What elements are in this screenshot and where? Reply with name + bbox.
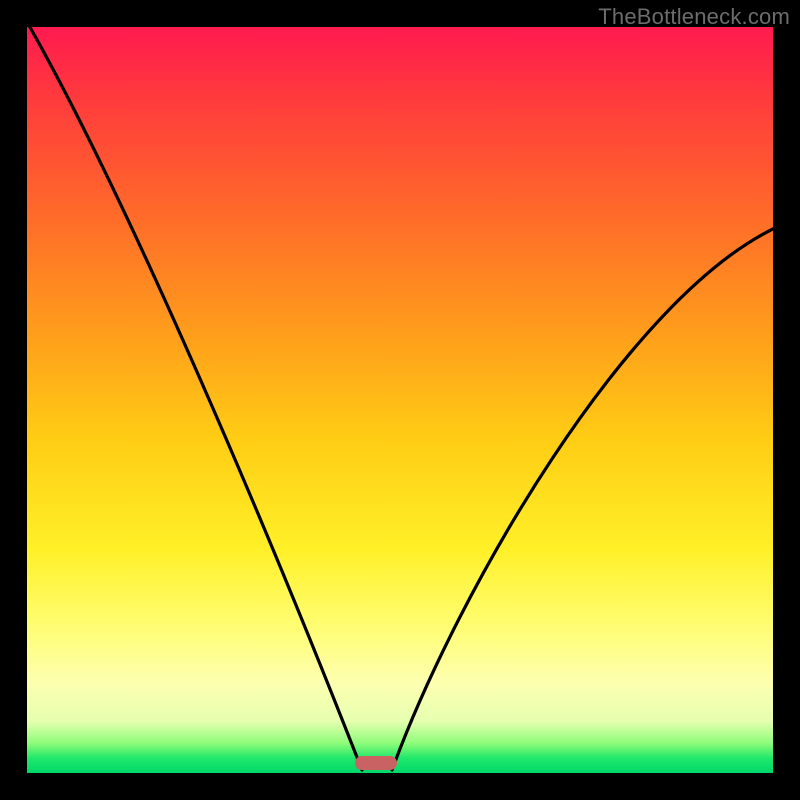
- optimal-marker: [355, 756, 397, 770]
- watermark-text: TheBottleneck.com: [598, 4, 790, 30]
- right-curve-path: [392, 227, 773, 770]
- bottleneck-curves: [27, 27, 773, 773]
- left-curve-path: [27, 27, 362, 770]
- chart-plot-area: [27, 27, 773, 773]
